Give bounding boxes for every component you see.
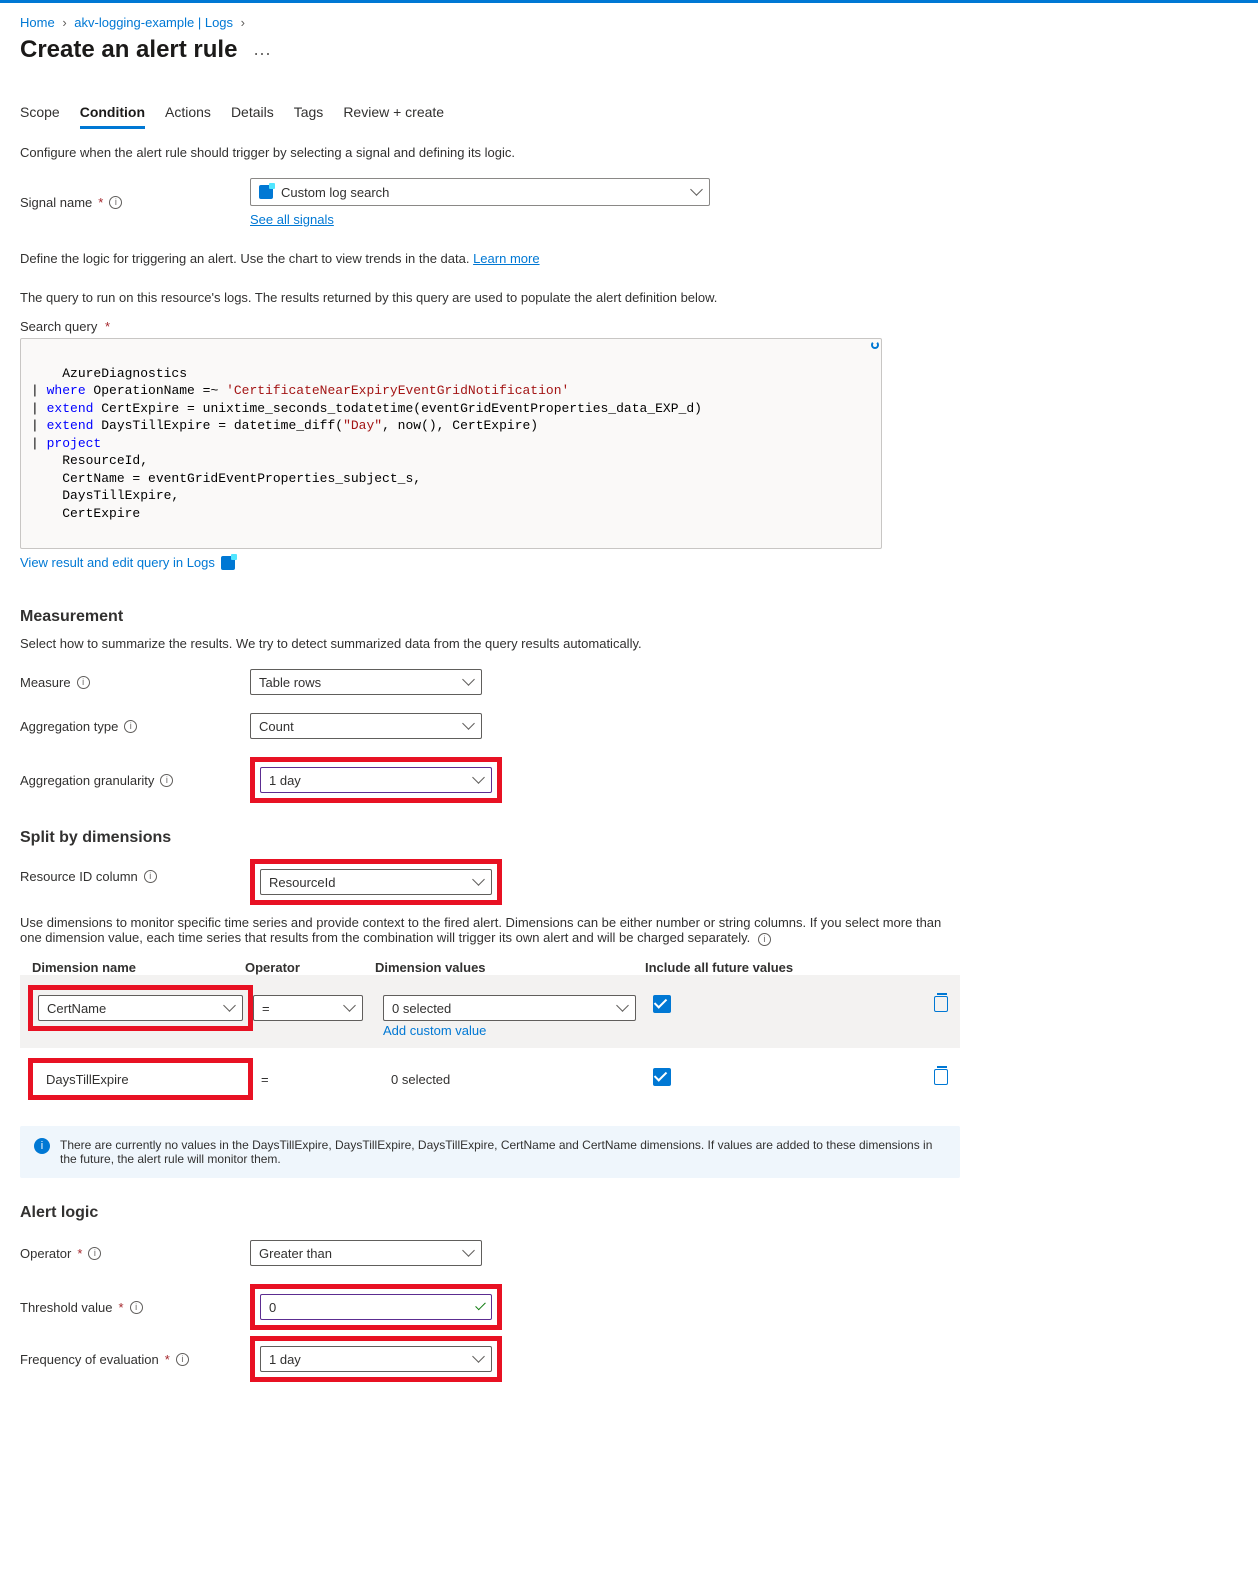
alert-logic-header: Alert logic: [20, 1204, 960, 1222]
tab-details[interactable]: Details: [231, 104, 274, 129]
dimension-values-dropdown[interactable]: 0 selected: [383, 995, 636, 1021]
breadcrumb-item[interactable]: akv-logging-example | Logs: [74, 15, 233, 30]
chevron-down-icon: [464, 675, 473, 690]
resource-id-dropdown[interactable]: ResourceId: [260, 869, 492, 895]
col-dimension-name: Dimension name: [20, 960, 245, 975]
split-header: Split by dimensions: [20, 829, 960, 847]
info-icon[interactable]: i: [144, 870, 157, 883]
frequency-dropdown[interactable]: 1 day: [260, 1346, 492, 1372]
highlight-box: 1 day: [250, 757, 502, 803]
agg-type-dropdown[interactable]: Count: [250, 713, 482, 739]
info-icon[interactable]: i: [88, 1247, 101, 1260]
add-custom-value-link[interactable]: Add custom value: [383, 1023, 486, 1038]
tab-condition[interactable]: Condition: [80, 104, 145, 129]
highlight-box: DaysTillExpire: [28, 1058, 253, 1100]
info-icon[interactable]: i: [77, 676, 90, 689]
dimension-op-text: =: [261, 1072, 269, 1087]
search-query-label: Search query: [20, 319, 97, 334]
tab-actions[interactable]: Actions: [165, 104, 211, 129]
view-in-logs-link[interactable]: View result and edit query in Logs: [20, 555, 215, 570]
measurement-header: Measurement: [20, 608, 960, 626]
dimension-name-dropdown[interactable]: CertName: [38, 995, 243, 1021]
info-icon[interactable]: i: [130, 1301, 143, 1314]
more-icon[interactable]: ···: [253, 43, 271, 64]
info-icon[interactable]: i: [160, 774, 173, 787]
resource-id-label: Resource ID column: [20, 869, 138, 884]
highlight-box: 0: [250, 1284, 502, 1330]
agg-type-label: Aggregation type: [20, 719, 118, 734]
info-icon[interactable]: i: [124, 720, 137, 733]
dimension-name-dropdown[interactable]: DaysTillExpire: [38, 1068, 243, 1090]
agg-gran-dropdown[interactable]: 1 day: [260, 767, 492, 793]
highlight-box: ResourceId: [250, 859, 502, 905]
frequency-label: Frequency of evaluation: [20, 1352, 159, 1367]
measure-label: Measure: [20, 675, 71, 690]
page-title: Create an alert rule: [20, 36, 237, 64]
chevron-down-icon: [464, 719, 473, 734]
dimension-row: DaysTillExpire = 0 selected: [20, 1048, 960, 1110]
logs-icon: [221, 556, 235, 570]
check-icon: [478, 1300, 483, 1315]
threshold-label: Threshold value: [20, 1300, 113, 1315]
search-query-editor[interactable]: AzureDiagnostics | where OperationName =…: [20, 338, 882, 549]
chevron-down-icon: [474, 773, 483, 788]
operator-label: Operator: [20, 1246, 71, 1261]
dimension-val-text: 0 selected: [391, 1072, 450, 1087]
delete-icon[interactable]: [934, 1069, 948, 1085]
dimension-op-dropdown[interactable]: =: [253, 995, 363, 1021]
delete-icon[interactable]: [934, 996, 948, 1012]
dimension-row: CertName = 0 selected Add custom value: [20, 975, 960, 1048]
col-future-values: Include all future values: [645, 960, 845, 975]
tab-review[interactable]: Review + create: [343, 104, 444, 129]
col-operator: Operator: [245, 960, 375, 975]
info-banner: i There are currently no values in the D…: [20, 1126, 960, 1178]
breadcrumb: Home › akv-logging-example | Logs ›: [20, 15, 960, 30]
split-desc: Use dimensions to monitor specific time …: [20, 915, 960, 946]
tabs: Scope Condition Actions Details Tags Rev…: [20, 104, 960, 129]
info-icon[interactable]: i: [109, 196, 122, 209]
see-all-signals-link[interactable]: See all signals: [250, 212, 334, 227]
info-icon: i: [34, 1138, 50, 1154]
info-icon[interactable]: i: [176, 1353, 189, 1366]
breadcrumb-home[interactable]: Home: [20, 15, 55, 30]
col-dimension-values: Dimension values: [375, 960, 645, 975]
signal-name-label: Signal name: [20, 195, 92, 210]
chevron-down-icon: [618, 1001, 627, 1016]
query-intro: The query to run on this resource's logs…: [20, 290, 960, 305]
chevron-down-icon: [225, 1001, 234, 1016]
signal-name-dropdown[interactable]: Custom log search: [250, 178, 710, 206]
define-logic-text: Define the logic for triggering an alert…: [20, 251, 960, 266]
tab-scope[interactable]: Scope: [20, 104, 60, 129]
loading-icon: [871, 341, 879, 349]
chevron-down-icon: [474, 875, 483, 890]
agg-gran-label: Aggregation granularity: [20, 773, 154, 788]
measure-dropdown[interactable]: Table rows: [250, 669, 482, 695]
info-icon[interactable]: i: [758, 933, 771, 946]
chevron-down-icon: [345, 1001, 354, 1016]
future-values-checkbox[interactable]: [653, 995, 671, 1013]
signal-icon: [259, 185, 273, 199]
condition-desc: Configure when the alert rule should tri…: [20, 145, 960, 160]
chevron-down-icon: [464, 1246, 473, 1261]
highlight-box: 1 day: [250, 1336, 502, 1382]
tab-tags[interactable]: Tags: [294, 104, 324, 129]
threshold-input[interactable]: 0: [260, 1294, 492, 1320]
future-values-checkbox[interactable]: [653, 1068, 671, 1086]
measurement-desc: Select how to summarize the results. We …: [20, 636, 960, 651]
signal-value: Custom log search: [281, 185, 389, 200]
chevron-down-icon: [474, 1352, 483, 1367]
learn-more-link[interactable]: Learn more: [473, 251, 539, 266]
operator-dropdown[interactable]: Greater than: [250, 1240, 482, 1266]
chevron-down-icon: [692, 185, 701, 200]
highlight-box: CertName: [28, 985, 253, 1031]
